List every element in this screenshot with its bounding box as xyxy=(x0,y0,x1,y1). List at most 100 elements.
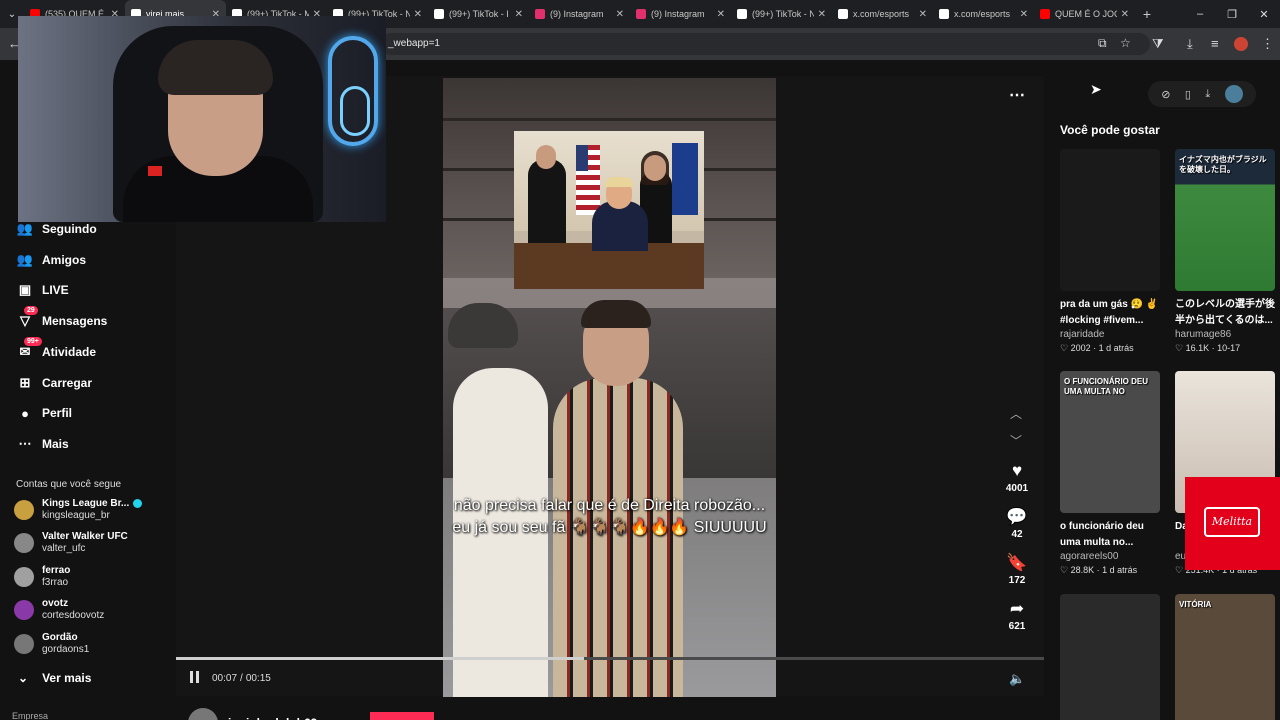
message-icon: ▽ 29 xyxy=(16,306,38,330)
followed-account[interactable]: ovotz cortesdoovotz xyxy=(14,598,104,622)
sidebar-item-mais[interactable]: ⋯ Mais xyxy=(16,435,69,453)
heart-outline-icon: ♡ xyxy=(1175,343,1186,353)
shirt-logo xyxy=(148,166,162,176)
tab-title: (9) Instagram xyxy=(651,9,705,19)
sidebar-item-live[interactable]: ▣ LIVE xyxy=(16,281,69,299)
browser-tab[interactable]: (9) Instagram ✕ xyxy=(630,0,731,28)
pause-icon[interactable] xyxy=(190,671,202,685)
inset-person-center-hair xyxy=(605,177,633,187)
recommended-video-card[interactable]: イナズマ内也がブラジルを破壊した日。 このレベルの選手が後半から出てくるのは...… xyxy=(1175,149,1275,354)
new-tab-button[interactable]: + xyxy=(1135,6,1159,22)
mobile-icon[interactable]: ▯ xyxy=(1185,88,1191,101)
browser-tab[interactable]: QUEM É O JOG ✕ xyxy=(1034,0,1135,28)
restore-icon[interactable]: ❐ xyxy=(1216,0,1248,28)
sidebar-item-amigos[interactable]: 👥 Amigos xyxy=(16,251,86,269)
account-avatar xyxy=(14,567,34,587)
next-video-icon[interactable]: ﹀ xyxy=(1010,432,1022,449)
save-action[interactable]: 🔖 172 xyxy=(1005,553,1029,586)
user-avatar[interactable] xyxy=(1224,85,1243,103)
tab-title: (99+) TikTok - I xyxy=(449,9,509,19)
followed-account[interactable]: Gordão gordaons1 xyxy=(14,632,89,656)
sidebar-item-perfil[interactable]: ● Perfil xyxy=(16,404,72,422)
video-stats: ♡ 28.8K · 1 d atrás xyxy=(1060,565,1138,575)
comment-count: 42 xyxy=(1011,529,1023,540)
video-player[interactable] xyxy=(443,78,776,697)
next-video-author[interactable]: iguinhodolob69 xyxy=(188,708,317,720)
tab-close-icon[interactable]: ✕ xyxy=(1020,9,1028,20)
followed-account[interactable]: ferrao f3rrao xyxy=(14,565,70,589)
prev-video-icon[interactable]: ︿ xyxy=(1010,405,1022,422)
tab-title: QUEM É O JOG xyxy=(1055,9,1117,19)
notification-badge: 29 xyxy=(24,306,38,315)
video-likes: 2002 xyxy=(1070,343,1091,353)
minimize-icon[interactable]: – xyxy=(1184,0,1216,28)
browser-tab[interactable]: (99+) TikTok - I ✕ xyxy=(428,0,529,28)
video-options-icon[interactable]: ⋯ xyxy=(1009,85,1025,105)
address-bar[interactable]: _webapp=1 ⧉ ☆ xyxy=(380,33,1150,55)
browser-tab[interactable]: x.com/esports ✕ xyxy=(832,0,933,28)
sidebar-item-atividade[interactable]: ✉ 99+ Atividade xyxy=(16,337,96,361)
video-caption: o funcionário deu uma multa no... xyxy=(1060,521,1144,548)
video-thumbnail: VITÓRIA xyxy=(1175,594,1275,720)
recommended-video-card[interactable]: O FUNCIONÁRIO DEU UMA MULTA NO o funcioná… xyxy=(1060,371,1160,576)
tab-close-icon[interactable]: ✕ xyxy=(414,9,422,20)
company-link[interactable]: Empresa xyxy=(12,711,48,720)
comment-action[interactable]: 💬 42 xyxy=(1005,507,1029,540)
volume-icon[interactable]: 🔈 xyxy=(1009,671,1025,687)
live-icon: ▣ xyxy=(18,282,32,297)
video-thumbnail xyxy=(1060,594,1160,720)
streamer-hair xyxy=(158,40,273,95)
see-more-label: Ver mais xyxy=(42,671,92,685)
menu-kebab-icon[interactable]: ⋮ xyxy=(1261,36,1274,52)
sidebar-item-mensagens[interactable]: ▽ 29 Mensagens xyxy=(16,306,107,330)
extensions-icon[interactable]: ⧩ xyxy=(1152,36,1164,52)
save-count: 172 xyxy=(1008,575,1026,586)
followed-account[interactable]: Kings League Br... kingsleague_br xyxy=(14,498,143,522)
chevron-down-icon: ⌄ xyxy=(18,671,29,685)
video-progress-bar[interactable] xyxy=(176,657,1044,660)
tab-title: (9) Instagram xyxy=(550,9,604,19)
recommended-video-card[interactable]: VITÓRIA xyxy=(1175,594,1275,720)
account-name: Valter Walker UFC xyxy=(42,531,128,542)
heart-outline-icon: ♡ xyxy=(1060,343,1071,353)
followed-account[interactable]: Valter Walker UFC valter_ufc xyxy=(14,531,128,555)
video-caption: pra da um gás 😮‍💨 ✌ #locking #fivem... xyxy=(1060,299,1159,326)
recommended-video-card[interactable] xyxy=(1060,594,1160,720)
sidebar-item-label: Seguindo xyxy=(42,222,97,236)
bookmark-star-icon[interactable]: ☆ xyxy=(1120,36,1131,50)
share-icon: ➦ xyxy=(1009,599,1025,618)
compass-icon[interactable]: ⊘ xyxy=(1161,88,1170,101)
follow-button[interactable] xyxy=(370,712,434,720)
sidebar-item-seguindo[interactable]: 👥 Seguindo xyxy=(16,220,97,238)
video-stats: ♡ 16.1K · 10-17 xyxy=(1175,343,1241,353)
browser-tab[interactable]: x.com/esports ✕ xyxy=(933,0,1034,28)
recommended-video-card[interactable]: pra da um gás 😮‍💨 ✌ #locking #fivem... ra… xyxy=(1060,149,1160,354)
webcam-overlay xyxy=(18,16,386,222)
ad-logo: Melitta xyxy=(1204,507,1260,537)
sidebar-item-carregar[interactable]: ⊞ Carregar xyxy=(16,374,92,392)
like-action[interactable]: ♥ 4001 xyxy=(1005,461,1029,494)
tab-close-icon[interactable]: ✕ xyxy=(818,9,826,20)
tab-close-icon[interactable]: ✕ xyxy=(616,9,624,20)
install-app-icon[interactable]: ⧉ xyxy=(1098,36,1107,51)
browser-tab[interactable]: (9) Instagram ✕ xyxy=(529,0,630,28)
downloads-icon[interactable]: ⤓ xyxy=(1187,36,1193,52)
video-author: rajaridade xyxy=(1060,329,1105,340)
media-controls-icon[interactable]: ≡ xyxy=(1211,36,1219,51)
neon-sign-inner xyxy=(340,86,370,136)
tab-close-icon[interactable]: ✕ xyxy=(515,9,523,20)
account-name: ferrao xyxy=(42,565,71,576)
tab-close-icon[interactable]: ✕ xyxy=(919,9,927,20)
right-toolbar: ⊘ ▯ ⤓ xyxy=(1148,81,1256,107)
tab-favicon-icon xyxy=(636,9,646,19)
man-cap xyxy=(448,303,518,348)
see-more-link[interactable]: ⌄ Ver mais xyxy=(18,671,91,685)
download-icon[interactable]: ⤓ xyxy=(1205,88,1210,101)
share-action[interactable]: ➦ 621 xyxy=(1005,599,1029,632)
browser-tab[interactable]: (99+) TikTok - N ✕ xyxy=(731,0,832,28)
profile-avatar[interactable] xyxy=(1234,37,1248,51)
bookmark-icon: 🔖 xyxy=(1006,553,1028,572)
tab-close-icon[interactable]: ✕ xyxy=(717,9,725,20)
tab-close-icon[interactable]: ✕ xyxy=(1121,9,1129,20)
close-window-icon[interactable]: ✕ xyxy=(1248,0,1280,28)
